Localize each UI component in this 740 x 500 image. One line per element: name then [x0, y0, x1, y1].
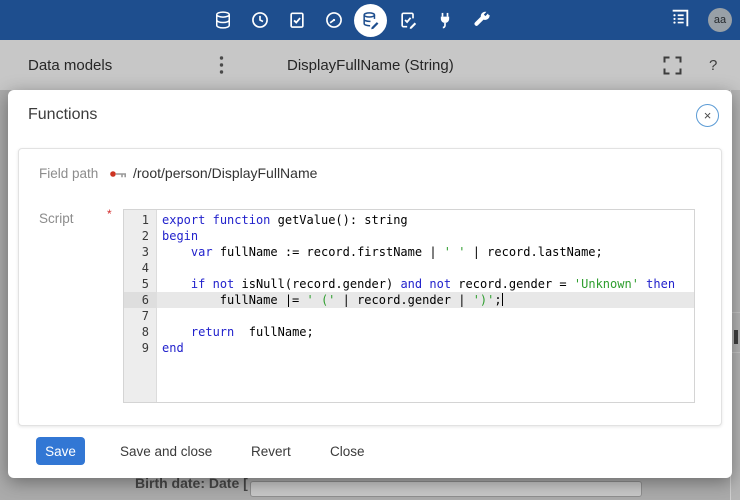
- script-code-editor[interactable]: 1export function getValue(): string2begi…: [123, 209, 695, 403]
- script-label: Script: [39, 211, 74, 226]
- line-number: 6: [124, 292, 157, 308]
- close-icon[interactable]: ×: [696, 104, 719, 127]
- dialog-content-card: Field path /root/person/DisplayFullName …: [18, 148, 722, 426]
- line-code: [157, 260, 694, 276]
- line-code: export function getValue(): string: [157, 212, 694, 228]
- line-number: 4: [124, 260, 157, 276]
- gauge-icon[interactable]: [315, 0, 352, 40]
- top-navigation-bar: aa: [0, 0, 740, 40]
- functions-dialog: Functions × Field path /root/person/Disp…: [8, 90, 732, 478]
- line-number: 5: [124, 276, 157, 292]
- line-number: 8: [124, 324, 157, 340]
- line-code: fullName |= ' (' | record.gender | ')';: [157, 292, 694, 308]
- revert-button[interactable]: Revert: [251, 437, 291, 465]
- editor-line-4[interactable]: 4: [124, 260, 694, 276]
- page-toolbar: Data models DisplayFullName (String) ?: [0, 40, 740, 90]
- editor-line-9[interactable]: 9end: [124, 340, 694, 356]
- key-icon: [109, 168, 129, 186]
- editor-line-8[interactable]: 8 return fullName;: [124, 324, 694, 340]
- clock-icon[interactable]: [241, 0, 278, 40]
- editor-line-1[interactable]: 1export function getValue(): string: [124, 212, 694, 228]
- active-icon-bubble: [354, 4, 387, 37]
- script-editor-lines: 1export function getValue(): string2begi…: [124, 212, 694, 356]
- close-button[interactable]: Close: [330, 437, 365, 465]
- task-check-icon[interactable]: [278, 0, 315, 40]
- line-code: begin: [157, 228, 694, 244]
- line-code: return fullName;: [157, 324, 694, 340]
- dialog-title: Functions: [28, 90, 97, 140]
- topbar-right-group: aa: [669, 0, 732, 40]
- line-number: 2: [124, 228, 157, 244]
- editor-line-5[interactable]: 5 if not isNull(record.gender) and not r…: [124, 276, 694, 292]
- editor-line-6[interactable]: 6 fullName |= ' (' | record.gender | ')'…: [124, 292, 694, 308]
- kebab-menu-icon[interactable]: [212, 54, 230, 76]
- database-icon[interactable]: [204, 0, 241, 40]
- plug-icon[interactable]: [426, 0, 463, 40]
- user-avatar[interactable]: aa: [708, 8, 732, 32]
- topbar-active-item[interactable]: [352, 0, 389, 40]
- log-list-icon[interactable]: [669, 7, 691, 34]
- breadcrumb[interactable]: Data models: [28, 40, 112, 90]
- line-number: 1: [124, 212, 157, 228]
- background-input-field: [250, 481, 642, 497]
- line-number: 3: [124, 244, 157, 260]
- editor-line-7[interactable]: 7: [124, 308, 694, 324]
- task-edit-icon[interactable]: [389, 0, 426, 40]
- line-code: if not isNull(record.gender) and not rec…: [157, 276, 694, 292]
- wrench-icon[interactable]: [463, 0, 500, 40]
- field-path-value: /root/person/DisplayFullName: [133, 165, 317, 181]
- fullscreen-icon[interactable]: [663, 56, 682, 75]
- save-button[interactable]: Save: [36, 437, 85, 465]
- required-asterisk: *: [107, 207, 112, 221]
- line-number: 9: [124, 340, 157, 356]
- save-and-close-button[interactable]: Save and close: [120, 437, 212, 465]
- help-button[interactable]: ?: [709, 40, 717, 90]
- line-code: [157, 308, 694, 324]
- text-caret: [502, 293, 503, 306]
- line-number: 7: [124, 308, 157, 324]
- topbar-icon-group: [204, 0, 500, 40]
- scrollbar-thumb: [734, 330, 738, 344]
- line-code: end: [157, 340, 694, 356]
- wrench-glyph: [472, 10, 492, 30]
- editor-line-3[interactable]: 3 var fullName := record.firstName | ' '…: [124, 244, 694, 260]
- editor-line-2[interactable]: 2begin: [124, 228, 694, 244]
- app-screen: aa Data models DisplayFullName (String) …: [0, 0, 740, 500]
- field-path-row: Field path /root/person/DisplayFullName: [19, 165, 721, 185]
- field-path-label: Field path: [39, 166, 98, 181]
- line-code: var fullName := record.firstName | ' ' |…: [157, 244, 694, 260]
- page-title: DisplayFullName (String): [287, 40, 454, 90]
- database-edit-icon: [361, 11, 380, 30]
